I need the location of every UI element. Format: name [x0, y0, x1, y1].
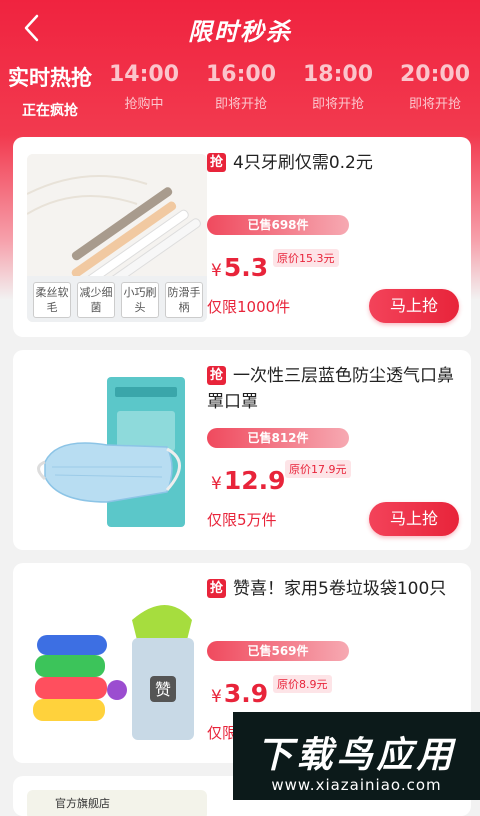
- price: ¥5.3: [211, 253, 268, 282]
- shop-label: 官方旗舰店: [55, 797, 110, 810]
- product-card-mask[interactable]: 抢一次性三层蓝色防尘透气口鼻罩口罩 已售812件 ¥12.9 原价17.9元 仅…: [13, 350, 471, 550]
- slot-time: 20:00: [399, 62, 471, 87]
- product-image-mask[interactable]: [27, 367, 207, 535]
- slot-status: 即将开抢: [214, 97, 267, 112]
- original-price: 原价17.9元: [285, 460, 351, 478]
- stock-limit: 仅限1000件: [207, 298, 291, 316]
- currency-symbol: ¥: [211, 687, 222, 707]
- time-slot-2000[interactable]: 20:00 即将开抢: [387, 58, 480, 112]
- time-slot-1800[interactable]: 18:00 即将开抢: [290, 58, 386, 112]
- product-title[interactable]: 抢一次性三层蓝色防尘透气口鼻罩口罩: [207, 363, 469, 415]
- qiang-badge: 抢: [207, 579, 226, 598]
- qiang-badge: 抢: [207, 153, 226, 172]
- now-status: 正在疯抢: [22, 103, 78, 119]
- product-image-partial: 官方旗舰店: [27, 790, 207, 816]
- product-title[interactable]: 抢 4只牙刷仅需0.2元: [207, 150, 469, 176]
- slot-time: 18:00: [302, 62, 374, 87]
- feature-label: 减少细菌: [77, 282, 115, 318]
- page-title: 限时秒杀: [188, 18, 292, 46]
- price-value: 5.3: [223, 253, 269, 282]
- qiang-badge: 抢: [207, 366, 226, 385]
- time-slot-now[interactable]: 实时热抢 正在疯抢: [0, 58, 100, 120]
- price: ¥3.9: [211, 679, 268, 708]
- slot-time: 16:00: [205, 62, 277, 87]
- product-image-toothbrush[interactable]: 柔丝软毛 减少细菌 小巧刷头 防滑手柄: [27, 154, 207, 322]
- trash-bags-illustration: 赞: [27, 580, 207, 748]
- original-price: 原价15.3元: [273, 249, 339, 267]
- mask-illustration: [27, 367, 207, 535]
- product-title[interactable]: 抢赞喜！家用5卷垃圾袋100只: [207, 576, 469, 602]
- feature-label: 小巧刷头: [121, 282, 159, 318]
- bin-logo: 赞: [155, 680, 171, 699]
- slot-status: 即将开抢: [408, 97, 461, 112]
- product-title-text: 赞喜！家用5卷垃圾袋100只: [233, 579, 447, 599]
- slot-time: 14:00: [108, 62, 180, 87]
- currency-symbol: ¥: [211, 474, 222, 494]
- slot-status: 抢购中: [124, 97, 164, 112]
- original-price: 原价8.9元: [273, 675, 332, 693]
- watermark-url: www.xiazainiao.com: [271, 776, 442, 794]
- time-slot-bar: 实时热抢 正在疯抢 14:00 抢购中 16:00 即将开抢 18:00 即将开…: [0, 58, 480, 120]
- feature-label: 柔丝软毛: [33, 282, 71, 318]
- currency-symbol: ¥: [211, 261, 222, 281]
- stock-limit: 仅限5万件: [207, 511, 277, 529]
- sold-progress: 已售698件: [207, 215, 349, 235]
- product-title-text: 一次性三层蓝色防尘透气口鼻罩口罩: [207, 366, 454, 412]
- product-image-trash-bags[interactable]: 赞: [27, 580, 207, 748]
- now-title: 实时热抢: [8, 66, 92, 90]
- feature-label: 防滑手柄: [165, 282, 203, 318]
- buy-now-button[interactable]: 马上抢: [369, 502, 459, 536]
- price: ¥12.9: [211, 466, 286, 495]
- time-slot-1600[interactable]: 16:00 即将开抢: [193, 58, 289, 112]
- time-slot-1400[interactable]: 14:00 抢购中: [96, 58, 192, 112]
- buy-now-button[interactable]: 马上抢: [369, 289, 459, 323]
- product-card-toothbrush[interactable]: 柔丝软毛 减少细菌 小巧刷头 防滑手柄 抢 4只牙刷仅需0.2元 已售698件 ¥…: [13, 137, 471, 337]
- sold-progress: 已售812件: [207, 428, 349, 448]
- top-bar: 限时秒杀: [0, 0, 480, 56]
- watermark-banner: 下载鸟应用 www.xiazainiao.com: [233, 712, 480, 800]
- slot-status: 即将开抢: [311, 97, 364, 112]
- price-value: 3.9: [223, 679, 269, 708]
- price-value: 12.9: [223, 466, 286, 495]
- product-title-text: 4只牙刷仅需0.2元: [233, 153, 373, 173]
- watermark-logo-text: 下载鸟应用: [256, 735, 457, 776]
- sold-progress: 已售569件: [207, 641, 349, 661]
